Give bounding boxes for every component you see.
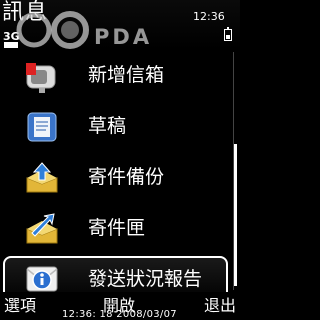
battery-icon xyxy=(224,27,232,41)
list-item-label: 新增信箱 xyxy=(88,64,165,86)
list-item-label: 寄件備份 xyxy=(88,166,165,188)
list-item-sent-backup[interactable]: 寄件備份 xyxy=(0,152,230,203)
list-item-outbox[interactable]: 寄件匣 xyxy=(0,203,230,254)
scrollbar[interactable] xyxy=(233,52,237,290)
new-mailbox-icon xyxy=(26,63,56,93)
app-title: 訊息 xyxy=(2,0,49,25)
folder-list: 新增信箱 草稿 寄件備份 寄件匣 發送狀況報告 xyxy=(0,50,230,305)
list-item-new-mailbox[interactable]: 新增信箱 xyxy=(0,50,230,101)
sent-backup-icon xyxy=(26,162,58,193)
list-item-drafts[interactable]: 草稿 xyxy=(0,101,230,152)
exit-softkey[interactable]: 退出 xyxy=(204,296,236,316)
status-bar: 訊息 3G 12:36 xyxy=(0,0,240,50)
scrollbar-thumb[interactable] xyxy=(234,144,237,286)
outbox-icon xyxy=(26,213,58,244)
softkey-bar: 選項 開啟 退出 12:36: 18 2008/03/07 xyxy=(0,292,240,320)
drafts-icon xyxy=(27,112,57,142)
clock: 12:36 xyxy=(193,10,225,23)
list-item-label: 發送狀況報告 xyxy=(88,268,203,290)
list-item-label: 草稿 xyxy=(88,115,127,137)
screenshot-timestamp: 12:36: 18 2008/03/07 xyxy=(62,309,177,320)
signal-strength-icon xyxy=(4,42,18,48)
options-softkey[interactable]: 選項 xyxy=(4,296,36,316)
list-item-label: 寄件匣 xyxy=(88,217,146,239)
